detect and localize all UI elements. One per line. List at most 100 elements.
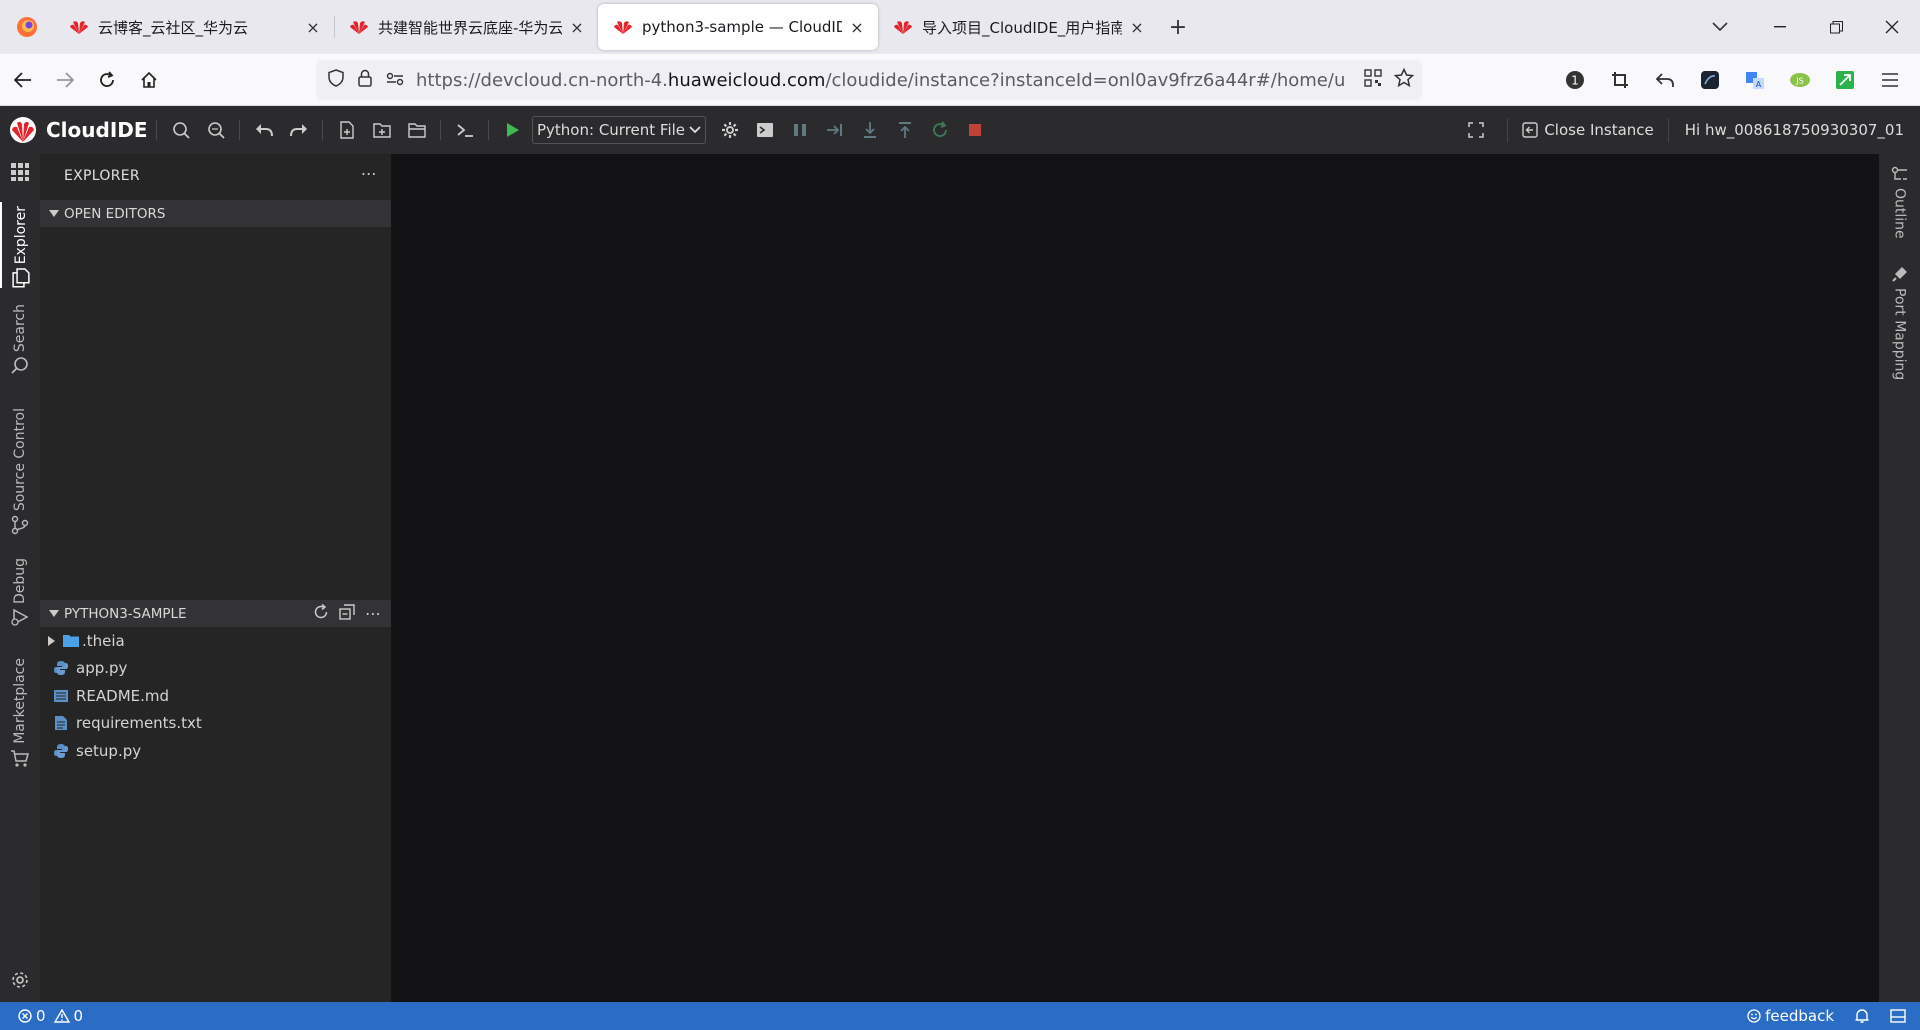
open-editors-section-header[interactable]: OPEN EDITORS	[40, 200, 391, 227]
stop-icon[interactable]	[957, 112, 992, 148]
refresh-icon[interactable]	[313, 603, 329, 624]
browser-tab-4[interactable]: 导入项目_CloudIDE_用户指南_ ×	[878, 4, 1158, 50]
bookmark-star-icon[interactable]	[1393, 67, 1415, 92]
huawei-icon	[68, 16, 90, 38]
firefox-icon[interactable]	[0, 0, 54, 54]
translate-icon[interactable]: A	[1732, 54, 1777, 106]
green-extension-icon[interactable]	[1822, 54, 1867, 106]
ide-toolbar: CloudIDE Python: Current File (Ir Close …	[0, 106, 1920, 154]
tree-file-requirements[interactable]: requirements.txt	[40, 710, 391, 738]
toolbar-separator	[156, 120, 157, 140]
tab-title: 云博客_云社区_华为云	[98, 18, 249, 37]
debug-settings-gear-icon[interactable]	[712, 112, 747, 148]
step-out-icon[interactable]	[887, 112, 922, 148]
browser-tab-2[interactable]: 共建智能世界云底座-华为云 ×	[334, 4, 598, 50]
qr-code-icon[interactable]	[1364, 69, 1382, 91]
toggle-panel-icon[interactable]	[1880, 1009, 1920, 1023]
panel-outline[interactable]: Outline	[1879, 166, 1920, 239]
menu-icon[interactable]	[1867, 54, 1912, 106]
close-icon[interactable]: ×	[304, 18, 322, 37]
cloudide-logo: CloudIDE	[0, 115, 156, 145]
search-replace-icon[interactable]	[198, 112, 233, 148]
close-icon[interactable]: ×	[1128, 18, 1146, 37]
reload-icon[interactable]	[86, 59, 128, 101]
run-configuration-select[interactable]: Python: Current File (Ir	[532, 116, 706, 144]
pause-icon[interactable]	[782, 112, 817, 148]
more-actions-icon[interactable]: ⋯	[365, 604, 381, 623]
chevron-right-icon	[48, 635, 62, 646]
close-icon[interactable]: ×	[568, 18, 586, 37]
url-domain: huaweicloud.com	[667, 69, 826, 91]
search-icon[interactable]	[163, 112, 198, 148]
feedback-button[interactable]: feedback	[1737, 1007, 1844, 1025]
huawei-icon	[612, 16, 634, 38]
activity-source-control[interactable]: Source Control	[0, 408, 40, 535]
restore-icon[interactable]	[1808, 0, 1864, 54]
plug-icon	[1891, 267, 1907, 282]
tab-list-chevron-icon[interactable]	[1700, 0, 1740, 54]
dark-extension-icon[interactable]	[1687, 54, 1732, 106]
crop-icon[interactable]	[1597, 54, 1642, 106]
activity-explorer-label: Explorer	[13, 206, 29, 265]
undo-icon[interactable]	[246, 112, 281, 148]
minimize-icon[interactable]	[1752, 0, 1808, 54]
url-path: /cloudide/instance?instanceId=onl0av9frz…	[825, 69, 1346, 91]
step-over-icon[interactable]	[817, 112, 852, 148]
step-into-icon[interactable]	[852, 112, 887, 148]
close-icon[interactable]: ×	[848, 18, 866, 37]
terminal-prompt-icon[interactable]	[447, 112, 482, 148]
browser-tab-1[interactable]: 云博客_云社区_华为云 ×	[54, 4, 334, 50]
redo-icon[interactable]	[281, 112, 316, 148]
lock-icon[interactable]	[358, 69, 372, 91]
debug-console-icon[interactable]	[747, 112, 782, 148]
panel-port-mapping[interactable]: Port Mapping	[1879, 266, 1920, 380]
collapse-all-icon[interactable]	[339, 603, 355, 624]
tree-file-app-py[interactable]: app.py	[40, 655, 391, 683]
editor-area[interactable]	[391, 154, 1879, 1002]
url-bar[interactable]: https://devcloud.cn-north-4.huaweicloud.…	[316, 60, 1422, 100]
tree-file-setup-py[interactable]: setup.py	[40, 737, 391, 765]
activity-search[interactable]: Search	[0, 304, 40, 374]
js-extension-icon[interactable]: JS	[1777, 54, 1822, 106]
activity-debug[interactable]: Debug	[0, 558, 40, 626]
close-window-icon[interactable]	[1864, 0, 1920, 54]
user-greeting[interactable]: Hi hw_008618750930307_01	[1667, 118, 1920, 142]
run-configuration-value: Python: Current File (Ir	[537, 121, 689, 139]
permissions-icon[interactable]	[386, 71, 404, 90]
activity-explorer[interactable]: Explorer	[0, 202, 40, 288]
tab-title: 导入项目_CloudIDE_用户指南_	[922, 18, 1122, 37]
cloudide-logo-icon	[10, 117, 36, 143]
fullscreen-icon[interactable]	[1458, 112, 1493, 148]
more-actions-icon[interactable]: ⋯	[361, 164, 377, 183]
password-manager-icon[interactable]: 1	[1552, 54, 1597, 106]
shield-icon[interactable]	[328, 69, 344, 91]
apps-grid-icon[interactable]	[0, 162, 40, 182]
close-instance-label: Close Instance	[1544, 121, 1654, 139]
browser-tab-3-active[interactable]: python3-sample — CloudIDE ×	[598, 4, 878, 50]
open-editors-label: OPEN EDITORS	[64, 205, 166, 222]
panel-port-mapping-label: Port Mapping	[1891, 288, 1908, 381]
forward-arrow-icon[interactable]	[44, 59, 86, 101]
new-tab-button[interactable]: +	[1158, 4, 1198, 50]
undo-arrow-icon[interactable]	[1642, 54, 1687, 106]
tree-item-label: requirements.txt	[76, 714, 202, 733]
activity-debug-label: Debug	[12, 558, 28, 605]
project-section-header[interactable]: PYTHON3-SAMPLE ⋯	[40, 600, 391, 627]
run-play-icon[interactable]	[495, 112, 530, 148]
toolbar-separator	[488, 120, 489, 140]
close-instance-button[interactable]: Close Instance	[1507, 118, 1667, 142]
settings-gear-icon[interactable]	[0, 970, 40, 990]
url-text[interactable]: https://devcloud.cn-north-4.huaweicloud.…	[416, 70, 1346, 91]
new-file-icon[interactable]	[329, 112, 364, 148]
new-folder-icon[interactable]	[364, 112, 399, 148]
home-icon[interactable]	[128, 59, 170, 101]
right-side-bar: Outline Port Mapping	[1879, 154, 1920, 1002]
notifications-bell-icon[interactable]	[1844, 1008, 1880, 1024]
open-folder-icon[interactable]	[399, 112, 434, 148]
activity-marketplace[interactable]: Marketplace	[0, 658, 40, 768]
tree-folder-theia[interactable]: .theia	[40, 627, 391, 655]
restart-icon[interactable]	[922, 112, 957, 148]
problems-indicator[interactable]: 0 0	[0, 1007, 83, 1025]
tree-file-readme[interactable]: README.md	[40, 682, 391, 710]
back-arrow-icon[interactable]	[2, 59, 44, 101]
